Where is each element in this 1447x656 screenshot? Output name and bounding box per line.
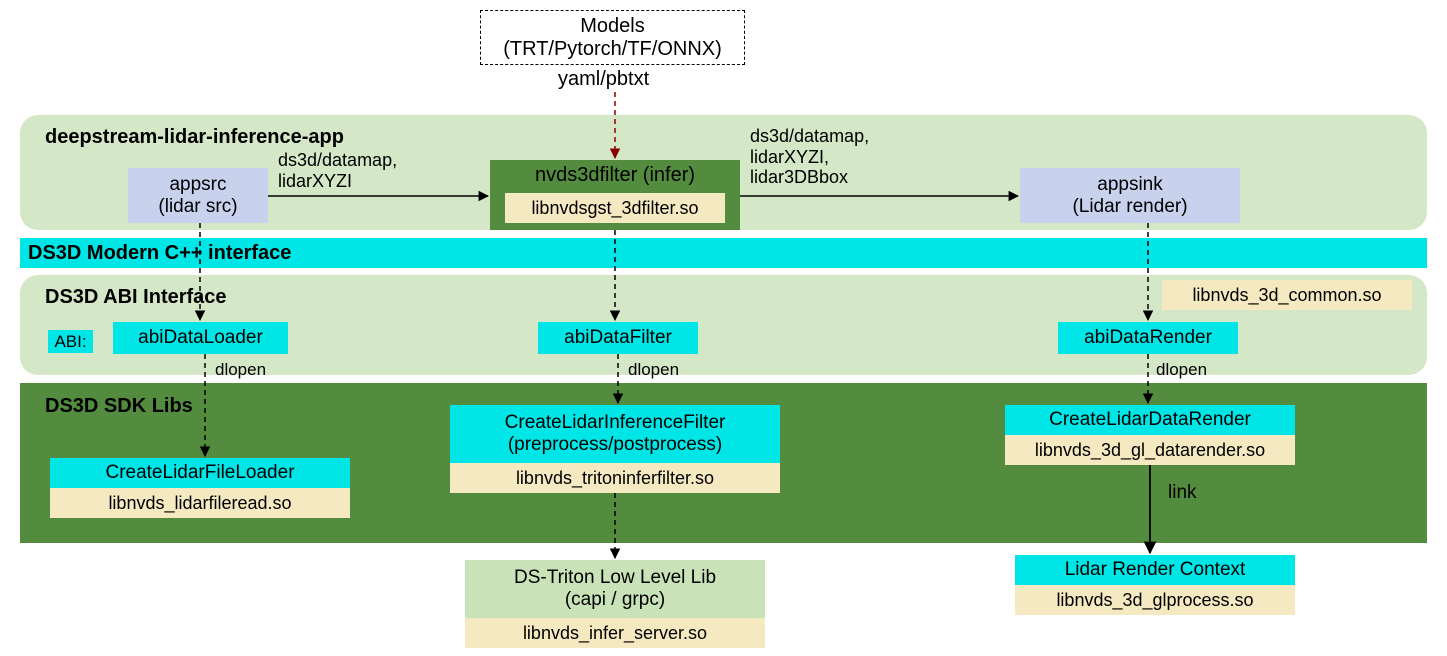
create-lidar-datarender: CreateLidarDataRender bbox=[1005, 405, 1295, 435]
abi-datafilter: abiDataFilter bbox=[538, 322, 698, 354]
create-lidar-inferencefilter-group: CreateLidarInferenceFilter (preprocess/p… bbox=[450, 405, 780, 493]
dlopen-label-3: dlopen bbox=[1156, 360, 1207, 380]
appsrc-line2: (lidar src) bbox=[158, 196, 237, 218]
models-box: Models (TRT/Pytorch/TF/ONNX) bbox=[480, 10, 745, 65]
abi-dataloader: abiDataLoader bbox=[113, 322, 288, 354]
app-layer-header: deepstream-lidar-inference-app bbox=[45, 126, 344, 149]
nvds3dfilter-lib: libnvdsgst_3dfilter.so bbox=[505, 193, 725, 223]
dlopen-label-2: dlopen bbox=[628, 360, 679, 380]
create-lidar-fileloader-group: CreateLidarFileLoader libnvds_lidarfiler… bbox=[50, 458, 350, 518]
edge-nvds3d-appsink-label: ds3d/datamap, lidarXYZI, lidar3DBbox bbox=[750, 126, 869, 188]
edge-appsrc-nvds3d-label: ds3d/datamap, lidarXYZI bbox=[278, 150, 397, 191]
appsrc-line1: appsrc bbox=[169, 174, 226, 196]
infer-server-lib: libnvds_infer_server.so bbox=[465, 618, 765, 648]
link-label: link bbox=[1168, 482, 1197, 504]
create-lidar-inferencefilter: CreateLidarInferenceFilter (preprocess/p… bbox=[450, 405, 780, 463]
lidar-render-context: Lidar Render Context bbox=[1015, 555, 1295, 585]
create-lidar-datarender-group: CreateLidarDataRender libnvds_3d_gl_data… bbox=[1005, 405, 1295, 465]
models-line1: Models bbox=[580, 15, 644, 38]
dlopen-label-1: dlopen bbox=[215, 360, 266, 380]
tritoninferfilter-lib: libnvds_tritoninferfilter.so bbox=[450, 463, 780, 493]
abi-datarender: abiDataRender bbox=[1058, 322, 1238, 354]
yaml-pbtxt-label: yaml/pbtxt bbox=[558, 68, 649, 91]
abi-layer-header: DS3D ABI Interface bbox=[45, 286, 227, 309]
create-lidar-fileloader: CreateLidarFileLoader bbox=[50, 458, 350, 488]
appsink-line1: appsink bbox=[1097, 174, 1163, 196]
nvds3dfilter-box: nvds3dfilter (infer) libnvdsgst_3dfilter… bbox=[490, 160, 740, 230]
common-lib: libnvds_3d_common.so bbox=[1162, 280, 1412, 310]
models-line2: (TRT/Pytorch/TF/ONNX) bbox=[503, 38, 722, 61]
appsrc-box: appsrc (lidar src) bbox=[128, 168, 268, 223]
nvds3dfilter-title: nvds3dfilter (infer) bbox=[535, 164, 695, 187]
gl-datarender-lib: libnvds_3d_gl_datarender.so bbox=[1005, 435, 1295, 465]
ds-triton-box: DS-Triton Low Level Lib (capi / grpc) bbox=[465, 560, 765, 618]
cpp-interface-header: DS3D Modern C++ interface bbox=[28, 242, 291, 265]
lidar-render-context-group: Lidar Render Context libnvds_3d_glproces… bbox=[1015, 555, 1295, 615]
glprocess-lib: libnvds_3d_glprocess.so bbox=[1015, 585, 1295, 615]
appsink-box: appsink (Lidar render) bbox=[1020, 168, 1240, 223]
abi-tag: ABI: bbox=[48, 330, 93, 353]
ds-triton-group: DS-Triton Low Level Lib (capi / grpc) li… bbox=[465, 560, 765, 648]
sdk-layer-header: DS3D SDK Libs bbox=[45, 395, 193, 418]
lidarfileread-lib: libnvds_lidarfileread.so bbox=[50, 488, 350, 518]
appsink-line2: (Lidar render) bbox=[1072, 196, 1187, 218]
